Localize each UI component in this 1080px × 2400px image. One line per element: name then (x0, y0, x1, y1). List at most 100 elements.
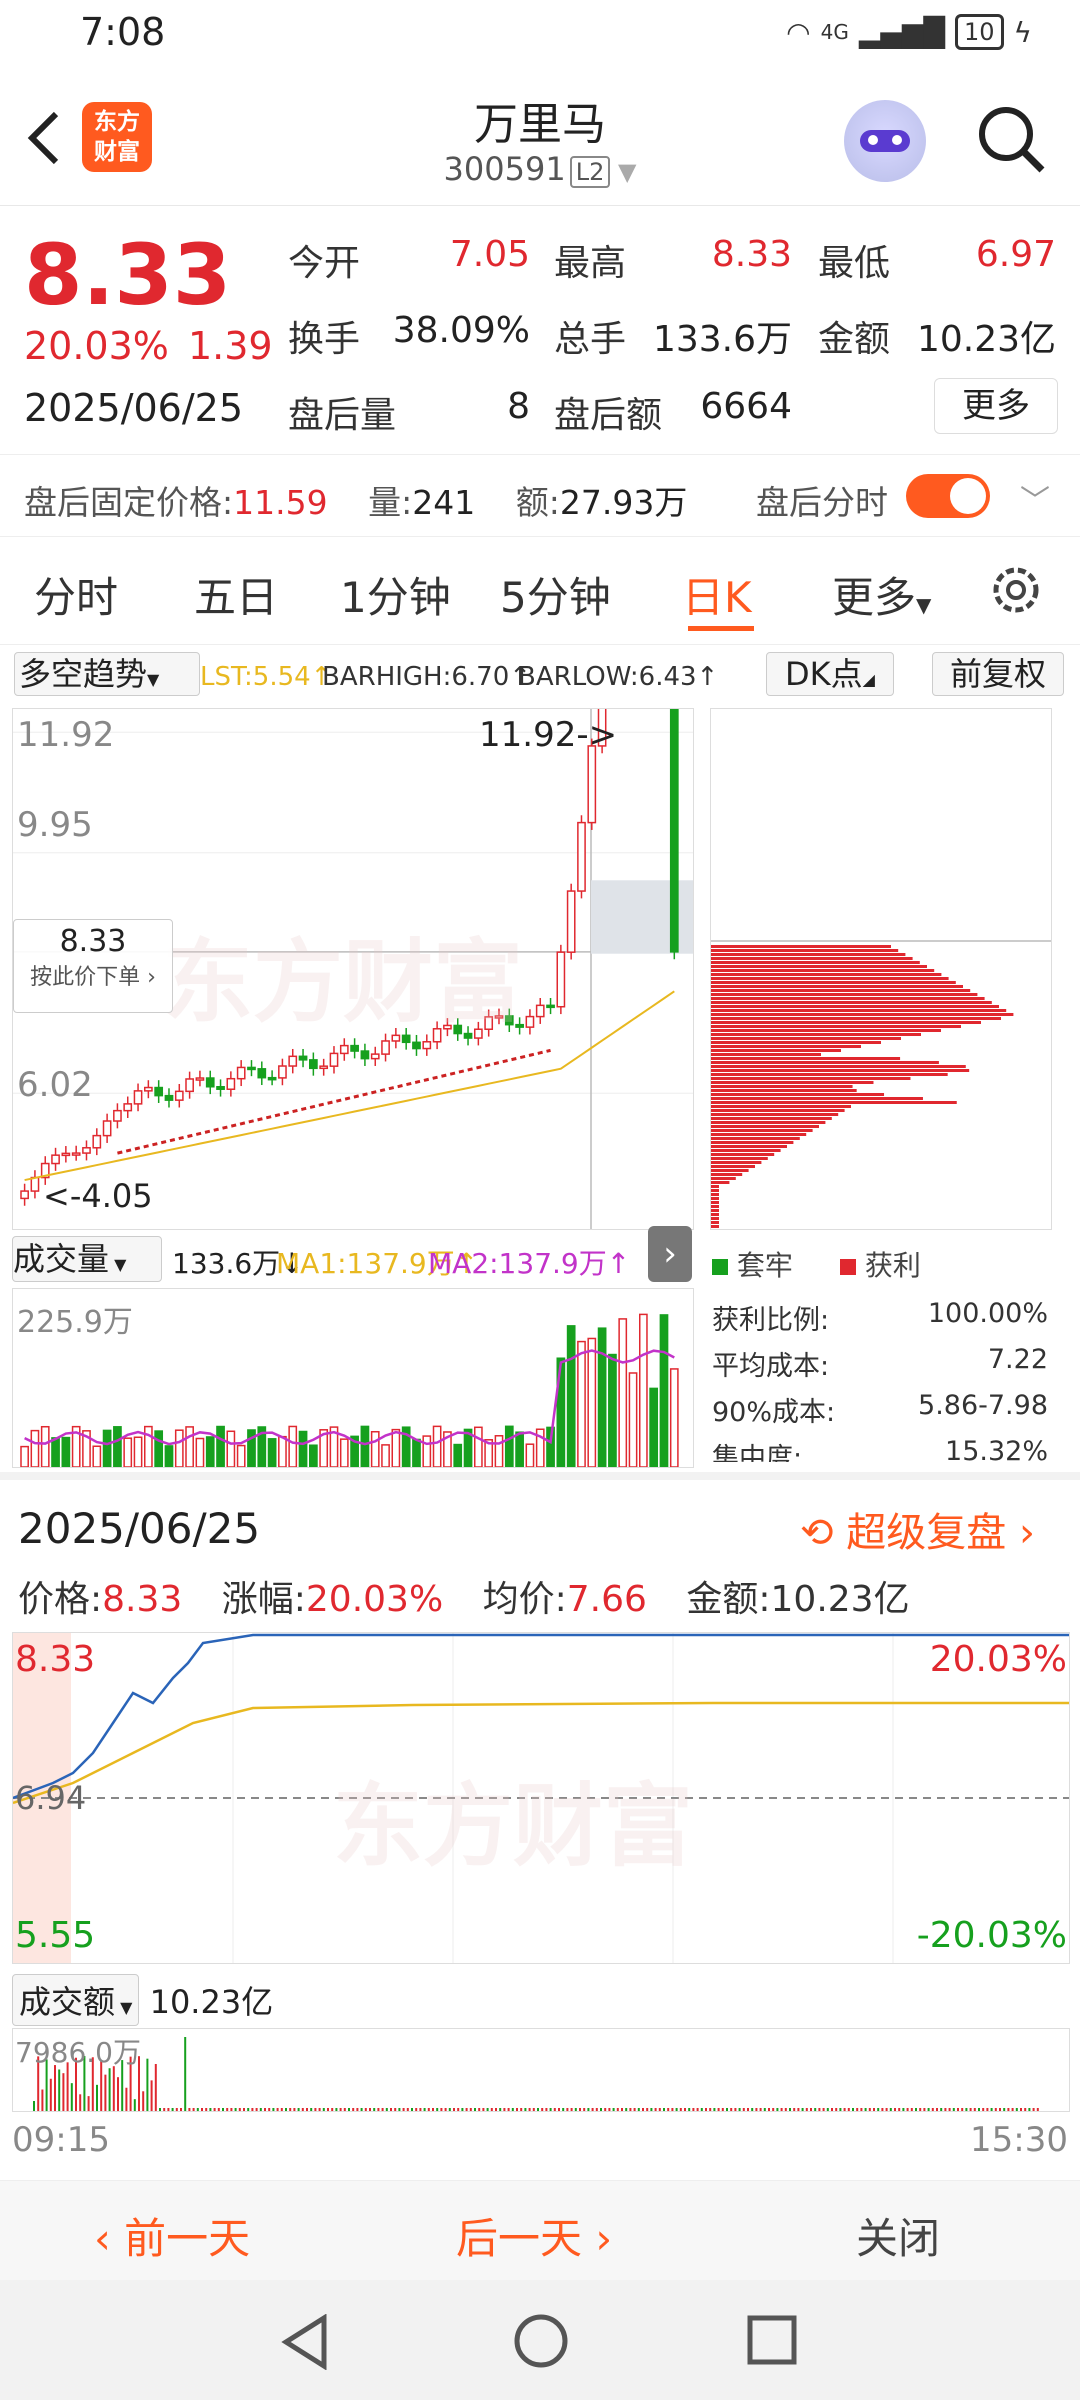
chip-bar (711, 1053, 821, 1056)
amount-bar (826, 2108, 829, 2111)
volume-indicator-select[interactable]: 成交量 ▼ (12, 1236, 162, 1282)
amount-bar (553, 2108, 556, 2111)
amount-bar (961, 2108, 964, 2111)
amount-bar (1003, 2108, 1006, 2111)
amount-bar (616, 2108, 619, 2111)
chip-bar (711, 1009, 1007, 1012)
chip-bar (711, 965, 927, 968)
prev-day-button[interactable]: ‹ 前一天 (94, 2205, 250, 2266)
amount-bar (852, 2108, 854, 2111)
amount-bar (583, 2108, 586, 2111)
chip-bar (711, 1105, 851, 1108)
gear-icon[interactable] (988, 562, 1044, 618)
adjust-select[interactable]: 前复权 (932, 652, 1064, 696)
amount-bar (352, 2108, 355, 2111)
more-button[interactable]: 更多 (934, 378, 1058, 434)
candle-body (298, 1055, 308, 1061)
amount-bar (940, 2108, 943, 2111)
amount-bar (163, 2108, 166, 2111)
quote-date: 2025/06/25 (24, 386, 244, 430)
volume-ma-line (24, 1349, 675, 1446)
amount-bar (276, 2108, 279, 2111)
volume-bar (391, 1428, 401, 1467)
review-pct-label: 涨幅: (221, 1579, 306, 1620)
nav-back-icon[interactable] (280, 2314, 330, 2370)
amount-bar (906, 2108, 909, 2111)
expand-chevron-icon[interactable]: › (648, 1226, 692, 1282)
tab-five-day[interactable]: 五日 (194, 564, 278, 625)
amount-select[interactable]: 成交额 ▼ (12, 1974, 140, 2026)
chip-bar (711, 1137, 800, 1140)
amount-bar (205, 2108, 208, 2111)
chip-bar (711, 945, 891, 948)
amount-bar (558, 2108, 560, 2111)
amount-bar (726, 2108, 728, 2111)
lst-value: LST:5.54↑ (200, 662, 333, 692)
candle-body (577, 821, 586, 892)
turnover-value: 38.09% (392, 310, 530, 351)
tab-more[interactable]: 更多▼ (832, 564, 931, 625)
chip-bar (711, 1189, 719, 1192)
volume-bar (339, 1438, 349, 1467)
chevron-down-icon[interactable]: ﹀ (1020, 476, 1050, 520)
kline-chart[interactable]: 11.92 9.95 6.02 11.92-> <-4.05 东方财富 8.33… (12, 708, 694, 1230)
chip-bar (711, 1077, 911, 1080)
indicator-select[interactable]: 多空趋势▼ (14, 652, 200, 696)
volume-value: 133.6万 (652, 319, 792, 360)
chip-bar (711, 1045, 861, 1048)
volume-bar (102, 1429, 112, 1467)
nav-home-icon[interactable] (512, 2312, 570, 2370)
amount-bar (625, 2108, 628, 2111)
amount-bar (847, 2108, 850, 2111)
close-button[interactable]: 关闭 (856, 2205, 940, 2266)
tab-1min[interactable]: 1分钟 (340, 564, 451, 625)
robot-assistant-icon[interactable] (844, 100, 926, 182)
tab-intraday[interactable]: 分时 (34, 564, 118, 625)
after-hours-toggle[interactable] (906, 474, 990, 518)
volume-header: 成交量 ▼ 133.6万↓ MA1:137.9万↑ MA2:137.9万↑ › (12, 1226, 692, 1286)
volume-bar (20, 1445, 29, 1467)
chip-bar (711, 1085, 853, 1088)
amount-bar (444, 2108, 447, 2111)
amount-bar (868, 2108, 871, 2111)
chip-bar (711, 1001, 992, 1004)
amount-bar (297, 2108, 300, 2111)
amount-bar (978, 2108, 980, 2111)
chip-bar (711, 1225, 719, 1228)
chip-stats: 套牢 获利 获利比例: 100.00% 平均成本: 7.22 90%成本: 5.… (710, 1236, 1050, 1476)
amount-bar (394, 2108, 397, 2111)
amount-y-max: 7986.0万 (15, 2036, 141, 2069)
history-clock-icon: ⟲ (800, 1510, 834, 1556)
candle-body (370, 1053, 380, 1060)
chip-bar (711, 1197, 719, 1200)
chip-bar (711, 1029, 941, 1032)
next-day-button[interactable]: 后一天 › (456, 2205, 612, 2266)
chip-distribution[interactable] (710, 708, 1052, 1230)
order-at-price-tag[interactable]: 8.33 按此价下单 › (13, 919, 173, 1013)
volume-bar (278, 1435, 287, 1467)
volume-bar (515, 1431, 524, 1467)
volume-bar (504, 1425, 514, 1467)
intraday-chart[interactable]: 东方财富 8.33 6.94 5.55 20.03% -20.03% (12, 1632, 1070, 1964)
nav-recents-icon[interactable] (746, 2314, 798, 2366)
amount-bar (805, 2108, 808, 2111)
dk-point-select[interactable]: DK点◢ (766, 652, 894, 696)
amount-bar (234, 2108, 237, 2111)
y-label-top: 11.92 (17, 715, 115, 755)
review-pct: 20.03% (305, 1579, 444, 1620)
amount-bar (448, 2108, 451, 2111)
search-icon[interactable] (976, 104, 1048, 176)
super-review-link[interactable]: ⟲ 超级复盘 › (800, 1500, 1035, 1558)
amount-bar (255, 2108, 258, 2111)
amount-bar (957, 2108, 959, 2111)
amount-chart[interactable]: 7986.0万 (12, 2028, 1070, 2112)
chip-row-value: 7.22 (987, 1344, 1048, 1375)
volume-bar (40, 1425, 50, 1467)
chip-bar (711, 949, 899, 952)
amount-bar (70, 2083, 73, 2111)
amount-bar (562, 2108, 565, 2111)
tab-daily-k[interactable]: 日K (682, 564, 752, 625)
status-bar: 7:08 ◠ 4G ▂▄▆█ 10 ϟ (0, 0, 1080, 72)
volume-chart[interactable]: 225.9万 (12, 1288, 694, 1468)
tab-5min[interactable]: 5分钟 (500, 564, 611, 625)
